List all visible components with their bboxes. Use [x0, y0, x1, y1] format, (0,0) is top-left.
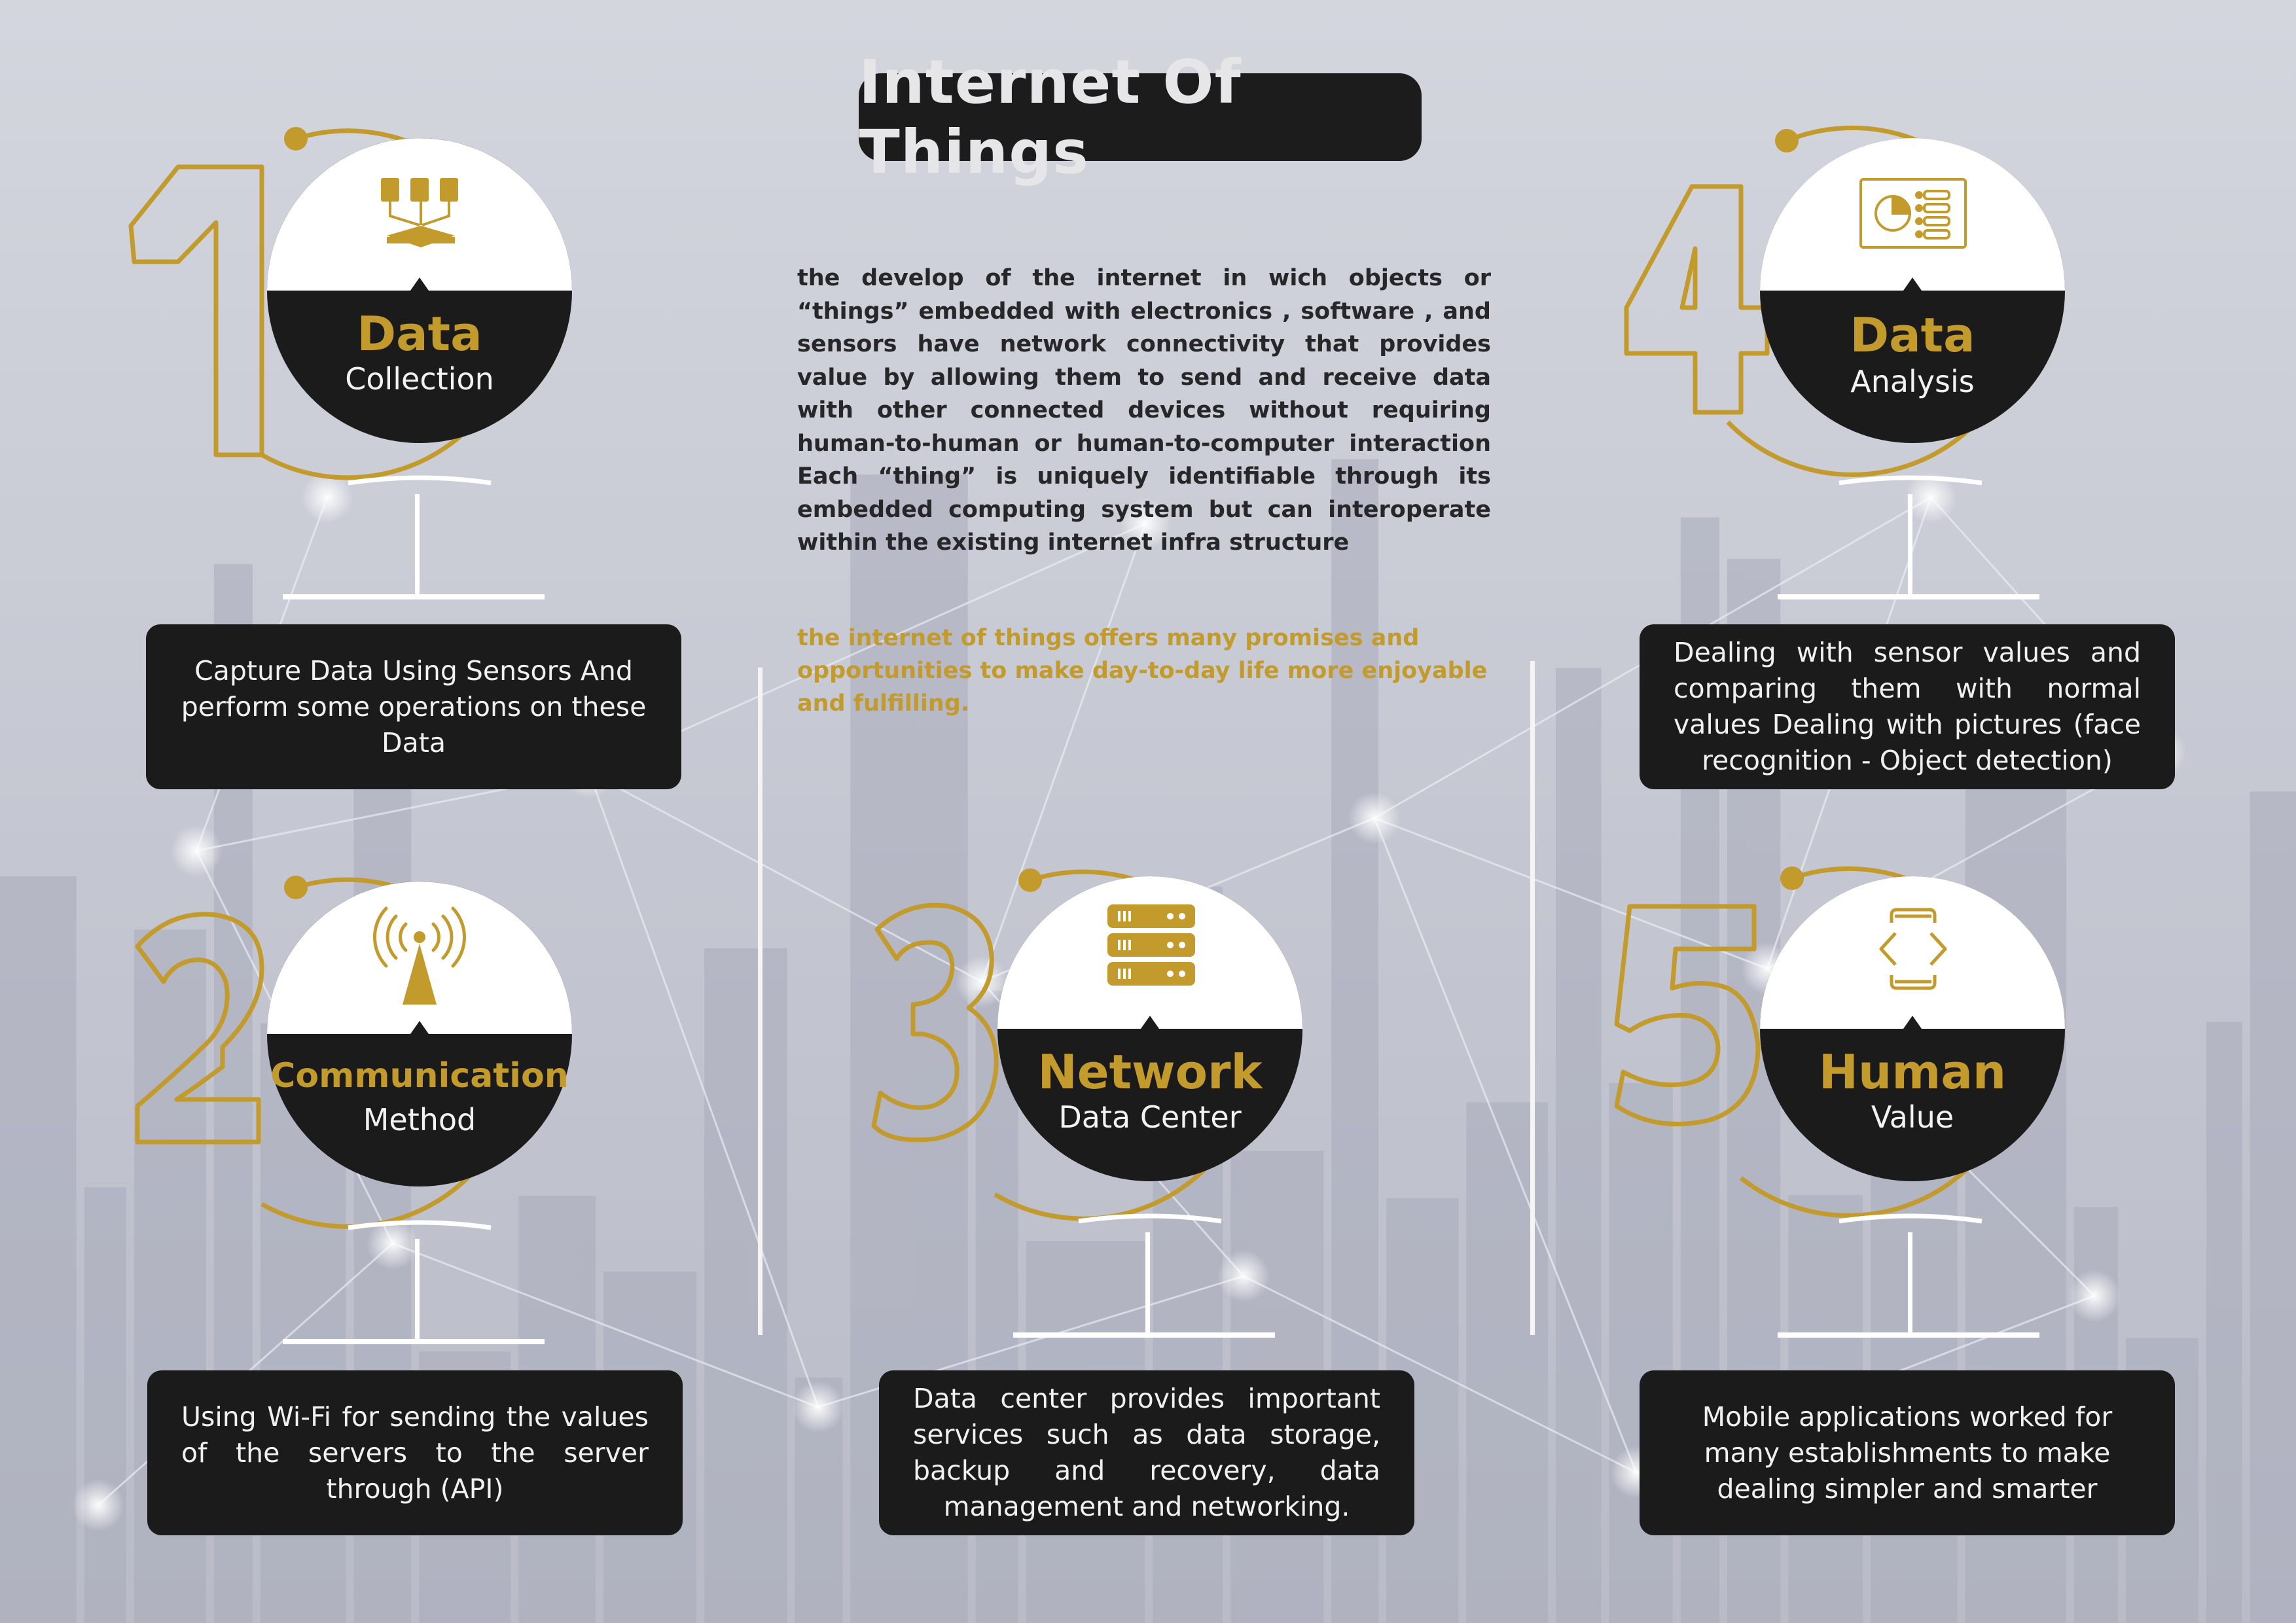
skyline-building	[1556, 668, 1602, 1623]
skyline-building	[2073, 1207, 2118, 1623]
city-network-background	[0, 0, 2296, 1623]
intro-paragraph: the develop of the internet in wich obje…	[797, 265, 1491, 556]
skyline-building	[0, 876, 77, 1623]
skyline-building	[353, 660, 412, 1623]
skyline-building	[603, 1272, 697, 1623]
skyline-building	[84, 1187, 126, 1623]
skyline-building	[1965, 785, 2066, 1623]
network-node-glow	[72, 1479, 124, 1531]
divider-left	[758, 668, 762, 1335]
skyline-building	[2206, 1022, 2242, 1623]
skyline-building	[2250, 791, 2296, 1623]
network-node-glow	[1741, 942, 1793, 995]
divider-right	[1530, 661, 1535, 1335]
network-node-glow	[563, 746, 615, 798]
network-node-glow	[1905, 471, 1957, 524]
skyline-building	[975, 990, 1018, 1623]
skyline-building	[1609, 1082, 1673, 1623]
network-node-glow	[1348, 792, 1401, 844]
network-node-glow	[301, 471, 353, 524]
network-node-glow	[956, 955, 1008, 1008]
skyline-building	[213, 563, 253, 1623]
skyline-building	[134, 929, 206, 1623]
skyline-building	[1386, 1198, 1459, 1623]
network-node-glow	[170, 825, 223, 877]
skyline-building	[518, 1196, 596, 1623]
skyline-building	[1727, 558, 1781, 1623]
network-node-glow	[367, 1217, 419, 1270]
page-title: Internet Of Things	[859, 47, 1422, 187]
skyline-building	[1871, 1032, 1958, 1623]
skyline-building	[419, 1351, 511, 1623]
network-node-glow	[2134, 726, 2186, 779]
network-node-glow	[792, 1381, 844, 1433]
skyline-building	[1230, 1150, 1324, 1623]
network-node-glow	[2068, 1270, 2121, 1322]
skyline-building	[1466, 1102, 1549, 1623]
promise-paragraph: the internet of things offers many promi…	[797, 625, 1488, 717]
network-node-glow	[1217, 1250, 1270, 1302]
skyline-building	[1153, 886, 1223, 1623]
skyline-building	[1680, 517, 1719, 1623]
network-node-glow	[1610, 1446, 1662, 1499]
skyline-building	[2125, 1338, 2198, 1623]
skyline-building	[1026, 1241, 1145, 1623]
